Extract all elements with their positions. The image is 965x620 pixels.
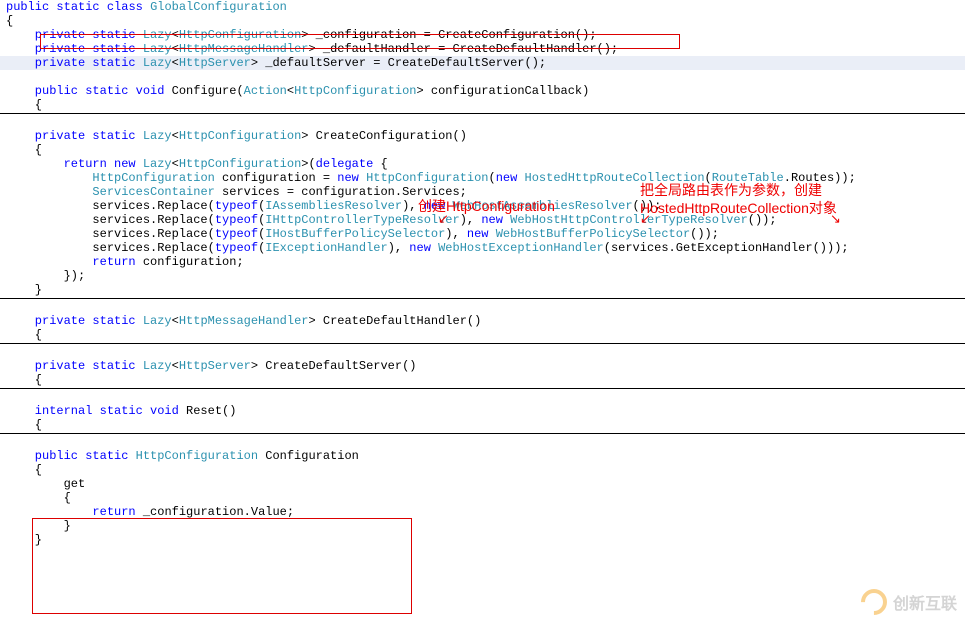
- arrow-icon: ↙: [438, 211, 449, 227]
- arrow-icon: ↘: [830, 211, 841, 227]
- annotation-hosted-route-line2: HostedHttpRouteCollection对象: [640, 198, 837, 218]
- annotation-hosted-route-line1: 把全局路由表作为参数，创建: [640, 180, 822, 200]
- watermark: 创新互联: [861, 589, 957, 615]
- watermark-text: 创新互联: [893, 590, 957, 614]
- arrow-icon: ↙: [640, 211, 651, 227]
- kw-public: public: [6, 0, 49, 14]
- code-block: public static class GlobalConfiguration …: [0, 0, 965, 547]
- separator: [0, 113, 965, 114]
- watermark-logo-icon: [856, 584, 893, 620]
- brace-open: {: [0, 14, 965, 28]
